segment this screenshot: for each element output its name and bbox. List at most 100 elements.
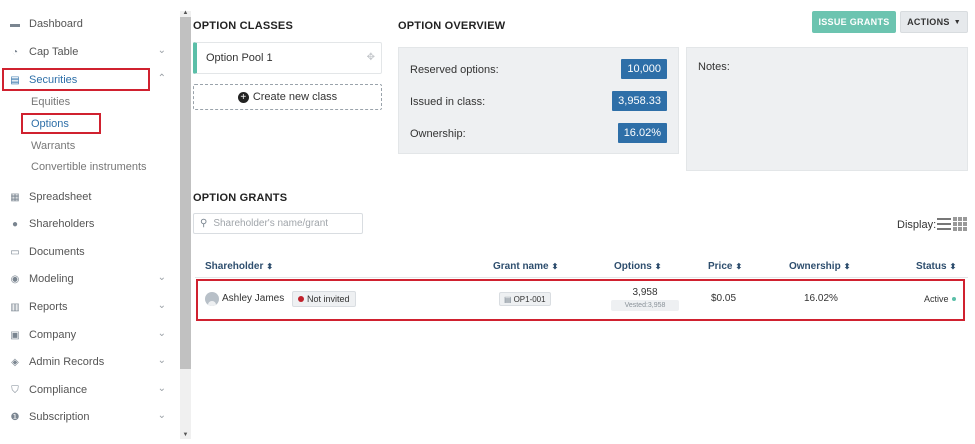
- sidebar-item-dashboard[interactable]: ▬ Dashboard: [0, 13, 178, 35]
- sort-icon: ⬍: [551, 262, 559, 271]
- sidebar-item-label: Subscription: [29, 411, 90, 423]
- sidebar-item-spreadsheet[interactable]: ▦ Spreadsheet: [0, 186, 178, 208]
- sort-icon: ⬍: [654, 262, 662, 271]
- chevron-down-icon: ⌄: [157, 300, 166, 311]
- create-new-class-button[interactable]: + Create new class: [193, 84, 382, 110]
- sort-icon: ⬍: [735, 262, 743, 271]
- column-header-shareholder[interactable]: Shareholder ⬍: [205, 261, 273, 272]
- grid-view-icon[interactable]: [953, 217, 968, 231]
- sidebar-item-subscription[interactable]: ❶ Subscription ⌄: [0, 406, 178, 428]
- sidebar-item-reports[interactable]: ▥ Reports ⌄: [0, 296, 178, 318]
- chevron-down-icon: ⌄: [157, 328, 166, 339]
- column-header-price[interactable]: Price ⬍: [708, 261, 742, 272]
- chevron-down-icon: ⌄: [157, 355, 166, 366]
- sidebar-item-label: Documents: [29, 246, 85, 258]
- sort-icon: ⬍: [949, 262, 957, 271]
- vested-badge: Vested:3,958: [611, 300, 679, 311]
- list-view-icon[interactable]: [937, 217, 951, 231]
- ownership-label: Ownership:: [410, 128, 466, 140]
- chevron-down-icon: ⌄: [157, 383, 166, 394]
- actions-dropdown-button[interactable]: ACTIONS ▼: [900, 11, 968, 33]
- plus-circle-icon: +: [237, 91, 249, 103]
- option-overview-heading: OPTION OVERVIEW: [398, 20, 506, 32]
- shareholder-name[interactable]: Ashley James: [222, 293, 284, 304]
- invite-status-badge: Not invited: [292, 291, 356, 307]
- sidebar-item-compliance[interactable]: ⛉ Compliance ⌄: [0, 379, 178, 401]
- sidebar-subitem-options[interactable]: Options: [31, 115, 69, 133]
- drag-handle-icon[interactable]: ✥: [367, 52, 375, 63]
- sidebar-item-documents[interactable]: ▭ Documents: [0, 241, 178, 263]
- search-icon: ⚲: [200, 218, 208, 229]
- sidebar-item-label: Admin Records: [29, 356, 105, 368]
- sidebar-scrollbar[interactable]: ▲ ▼: [180, 9, 191, 439]
- sidebar-item-cap-table[interactable]: ◔ Cap Table ⌄: [0, 41, 178, 63]
- notes-label: Notes:: [698, 61, 730, 73]
- notes-panel[interactable]: Notes:: [686, 47, 968, 171]
- grant-search-input[interactable]: [213, 218, 354, 229]
- sidebar-subitem-equities[interactable]: Equities: [31, 93, 70, 111]
- sort-icon: ⬍: [843, 262, 851, 271]
- option-class-name: Option Pool 1: [206, 52, 273, 64]
- sidebar-item-label: Securities: [29, 74, 78, 86]
- sort-icon: ⬍: [266, 262, 274, 271]
- dashboard-icon: ▬: [10, 18, 20, 30]
- sidebar-item-shareholders[interactable]: ● Shareholders: [0, 213, 178, 235]
- lightbulb-icon: ◉: [10, 273, 20, 285]
- sidebar-item-admin-records[interactable]: ◈ Admin Records ⌄: [0, 351, 178, 373]
- actions-label: ACTIONS: [907, 17, 950, 27]
- sidebar-item-label: Spreadsheet: [29, 191, 92, 203]
- option-classes-heading: OPTION CLASSES: [193, 20, 293, 32]
- column-header-label: Grant name: [493, 261, 549, 272]
- status-badge: Active: [924, 294, 956, 304]
- user-icon: ●: [11, 218, 19, 230]
- column-header-status[interactable]: Status ⬍: [916, 261, 956, 272]
- sidebar-item-securities[interactable]: ▤ Securities ⌃: [0, 69, 178, 91]
- issued-in-class-value: 3,958.33: [612, 91, 667, 111]
- sidebar-item-label: Modeling: [29, 273, 74, 285]
- sidebar-item-label: Cap Table: [29, 46, 79, 58]
- pie-chart-icon: ◔: [11, 46, 19, 58]
- report-icon: ▥: [10, 301, 20, 313]
- admin-icon: ◈: [11, 356, 19, 368]
- sidebar-subitem-warrants[interactable]: Warrants: [31, 137, 75, 155]
- grant-name-badge[interactable]: ▤ OP1-001: [499, 292, 551, 306]
- sidebar-item-label: Shareholders: [29, 218, 95, 230]
- scroll-up-arrow-icon[interactable]: ▲: [180, 9, 191, 17]
- column-header-label: Options: [614, 261, 652, 272]
- table-header-divider: [195, 277, 968, 278]
- chevron-down-icon: ⌄: [157, 272, 166, 283]
- document-icon: ▤: [504, 294, 512, 304]
- spreadsheet-icon: ▦: [10, 191, 20, 203]
- sidebar-subitem-convertible-instruments[interactable]: Convertible instruments: [31, 158, 147, 176]
- issue-grants-button[interactable]: ISSUE GRANTS: [812, 11, 896, 33]
- sidebar: ▬ Dashboard ◔ Cap Table ⌄ ▤ Securities ⌃…: [0, 0, 178, 444]
- reserved-options-label: Reserved options:: [410, 64, 499, 76]
- sidebar-item-modeling[interactable]: ◉ Modeling ⌄: [0, 268, 178, 290]
- option-grants-heading: OPTION GRANTS: [193, 192, 288, 204]
- caret-down-icon: ▼: [953, 18, 961, 26]
- document-icon: ▭: [10, 246, 20, 258]
- status-dot-icon: [298, 296, 304, 302]
- scroll-down-arrow-icon[interactable]: ▼: [180, 431, 191, 439]
- avatar: [205, 292, 219, 306]
- display-label: Display:: [897, 219, 937, 231]
- column-header-grant-name[interactable]: Grant name ⬍: [493, 261, 558, 272]
- chevron-down-icon: ⌄: [157, 410, 166, 421]
- column-header-label: Shareholder: [205, 261, 264, 272]
- grant-search-box[interactable]: ⚲: [193, 213, 363, 234]
- active-dot-icon: [951, 297, 956, 301]
- column-header-options[interactable]: Options ⬍: [614, 261, 661, 272]
- column-header-ownership[interactable]: Ownership ⬍: [789, 261, 850, 272]
- clipboard-icon: ▤: [10, 74, 20, 86]
- sidebar-item-company[interactable]: ▣ Company ⌄: [0, 324, 178, 346]
- sidebar-item-label: Reports: [29, 301, 68, 313]
- invite-status-label: Not invited: [307, 294, 350, 304]
- chevron-down-icon: ⌄: [157, 45, 166, 56]
- scrollbar-thumb[interactable]: [180, 17, 191, 369]
- create-new-class-label: Create new class: [252, 91, 338, 103]
- option-class-card[interactable]: Option Pool 1 ✥: [193, 42, 382, 74]
- dollar-icon: ❶: [10, 411, 20, 423]
- ownership-value: 16.02%: [617, 123, 667, 143]
- shield-icon: ⛉: [11, 384, 19, 396]
- issued-in-class-label: Issued in class:: [410, 96, 486, 108]
